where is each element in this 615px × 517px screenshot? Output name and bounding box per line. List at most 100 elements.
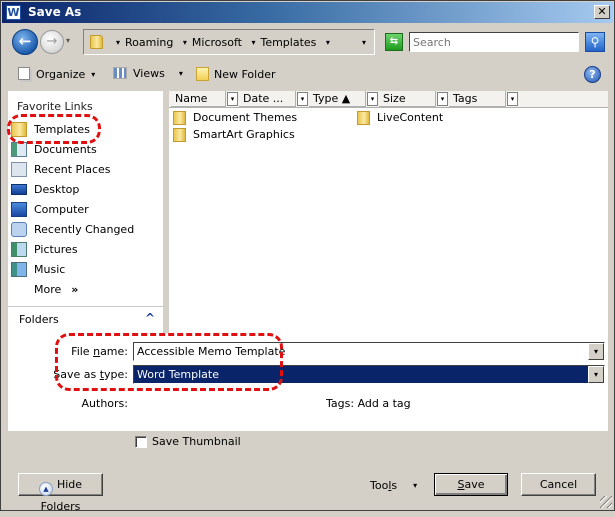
caret-down-icon: ▾	[413, 481, 418, 490]
organize-icon	[18, 67, 30, 80]
column-filter-dropdown[interactable]: ▾	[507, 92, 518, 106]
views-button[interactable]: Views ▾	[113, 67, 183, 80]
column-filter-dropdown[interactable]: ▾	[437, 92, 448, 106]
column-filter-dropdown[interactable]: ▾	[367, 92, 378, 106]
save-as-type-value: Word Template	[137, 368, 219, 381]
breadcrumb-separator[interactable]: ▾	[116, 38, 120, 47]
folder-icon	[90, 35, 103, 49]
column-header-label: Tags	[449, 91, 506, 107]
folders-label: Folders	[19, 313, 59, 326]
favorite-links-pane: Favorite Links Templates Documents Recen…	[8, 91, 166, 331]
nav-item-music[interactable]: Music	[8, 260, 163, 280]
back-button[interactable]: ←	[12, 29, 38, 55]
address-bar[interactable]: ▾ Roaming ▾ Microsoft ▾ Templates ▾ ▾	[83, 29, 375, 55]
file-name-dropdown-button[interactable]: ▾	[588, 343, 604, 360]
command-toolbar: Organize ▾ Views ▾ New Folder ?	[2, 61, 613, 89]
recent-pages-dropdown[interactable]: ▾	[66, 36, 70, 45]
column-header-label: Date ...	[239, 91, 296, 107]
folder-icon	[173, 111, 186, 125]
forward-button[interactable]: →	[40, 30, 64, 54]
save-button[interactable]: Save	[434, 473, 508, 496]
search-button[interactable]: ⚲	[585, 32, 605, 52]
tags-value[interactable]: Add a tag	[358, 397, 411, 410]
column-header-label: Name	[171, 91, 226, 107]
nav-item-label: Recently Changed	[34, 223, 135, 236]
caret-down-icon: ▾	[91, 70, 96, 79]
desktop-icon	[11, 184, 27, 195]
views-icon	[113, 67, 127, 79]
close-button[interactable]: ✕	[594, 5, 610, 19]
file-name-label: File name:	[68, 345, 128, 358]
new-folder-label: New Folder	[214, 68, 276, 81]
cancel-button[interactable]: Cancel	[521, 473, 596, 496]
save-as-type-dropdown-button[interactable]: ▾	[588, 366, 604, 383]
computer-icon	[11, 202, 27, 217]
nav-item-pictures[interactable]: Pictures	[8, 240, 163, 260]
column-header-label: Size	[379, 91, 436, 107]
views-label: Views	[133, 67, 165, 80]
breadcrumb-templates[interactable]: Templates	[260, 36, 316, 49]
resize-grip[interactable]	[600, 496, 612, 508]
organize-button[interactable]: Organize ▾	[18, 67, 95, 81]
column-header-name[interactable]: Name ▾	[171, 91, 239, 108]
column-header-size[interactable]: Size ▾	[379, 91, 449, 108]
organize-label: Organize	[36, 68, 86, 81]
search-input[interactable]	[409, 32, 579, 52]
accelerator-key: n	[93, 345, 101, 358]
file-name: LiveContent	[377, 111, 444, 124]
breadcrumb: ▾ Roaming ▾ Microsoft ▾ Templates ▾	[114, 36, 335, 49]
folder-icon	[173, 128, 186, 142]
breadcrumb-microsoft[interactable]: Microsoft	[192, 36, 242, 49]
refresh-button[interactable]: ⇆	[385, 33, 403, 51]
save-as-type-select[interactable]: Word Template ▾	[133, 365, 605, 384]
save-as-dialog: W Save As ✕ ← → ▾ ▾ Roaming ▾ Microsoft ▾ T…	[0, 0, 615, 513]
new-folder-button[interactable]: New Folder	[196, 67, 275, 81]
title-bar[interactable]: W Save As ✕	[2, 2, 613, 23]
authors-label: Authors:	[81, 397, 128, 410]
tools-menu[interactable]: Tools ▾	[370, 479, 417, 492]
nav-item-label: Computer	[34, 203, 89, 216]
hide-folders-button[interactable]: ▲ Hide Folders	[18, 473, 103, 513]
column-header-type[interactable]: Type ▲ ▾	[309, 91, 379, 108]
breadcrumb-separator[interactable]: ▾	[326, 38, 330, 47]
address-dropdown-icon[interactable]: ▾	[362, 38, 366, 47]
file-name-value: Accessible Memo Template	[137, 345, 286, 358]
more-label: More »	[34, 283, 78, 296]
save-thumbnail-label[interactable]: Save Thumbnail	[152, 435, 241, 448]
double-chevron-icon: »	[71, 283, 79, 296]
tools-text: Too	[370, 479, 389, 492]
column-filter-dropdown[interactable]: ▾	[227, 92, 238, 106]
address-row: ← → ▾ ▾ Roaming ▾ Microsoft ▾ Templates ▾ ▾…	[2, 25, 613, 59]
column-header-date[interactable]: Date ... ▾	[239, 91, 309, 108]
nav-item-templates[interactable]: Templates	[8, 120, 163, 140]
chevron-up-icon: ^	[144, 311, 155, 325]
file-name-input[interactable]: Accessible Memo Template ▾	[133, 342, 605, 361]
nav-item-documents[interactable]: Documents	[8, 140, 163, 160]
tools-text: s	[391, 479, 398, 492]
nav-item-desktop[interactable]: Desktop	[8, 180, 163, 200]
folders-toggle[interactable]: Folders ^	[8, 306, 166, 333]
file-name: SmartArt Graphics	[193, 128, 295, 141]
nav-item-label: Recent Places	[34, 163, 111, 176]
nav-item-recently-changed[interactable]: Recently Changed	[8, 220, 163, 240]
folder-icon	[11, 122, 27, 137]
save-thumbnail-checkbox[interactable]	[135, 436, 147, 448]
column-header-tags[interactable]: Tags ▾	[449, 91, 519, 108]
file-list[interactable]: Name ▾ Date ... ▾ Type ▲ ▾ Size ▾ Tags ▾…	[169, 91, 608, 333]
help-button[interactable]: ?	[584, 66, 601, 83]
nav-item-label: Templates	[34, 123, 90, 136]
favorite-links-heading: Favorite Links	[17, 100, 93, 113]
breadcrumb-roaming[interactable]: Roaming	[125, 36, 173, 49]
nav-item-more[interactable]: More »	[8, 280, 163, 300]
nav-item-label: Desktop	[34, 183, 80, 196]
word-app-icon: W	[6, 5, 21, 20]
pictures-icon	[11, 242, 27, 257]
nav-item-recent-places[interactable]: Recent Places	[8, 160, 163, 180]
breadcrumb-separator[interactable]: ▾	[183, 38, 187, 47]
column-filter-dropdown[interactable]: ▾	[297, 92, 308, 106]
breadcrumb-separator[interactable]: ▾	[251, 38, 255, 47]
recently-changed-icon	[11, 222, 27, 237]
nav-item-computer[interactable]: Computer	[8, 200, 163, 220]
documents-icon	[11, 142, 27, 157]
tags-field[interactable]: Tags: Add a tag	[326, 397, 411, 410]
